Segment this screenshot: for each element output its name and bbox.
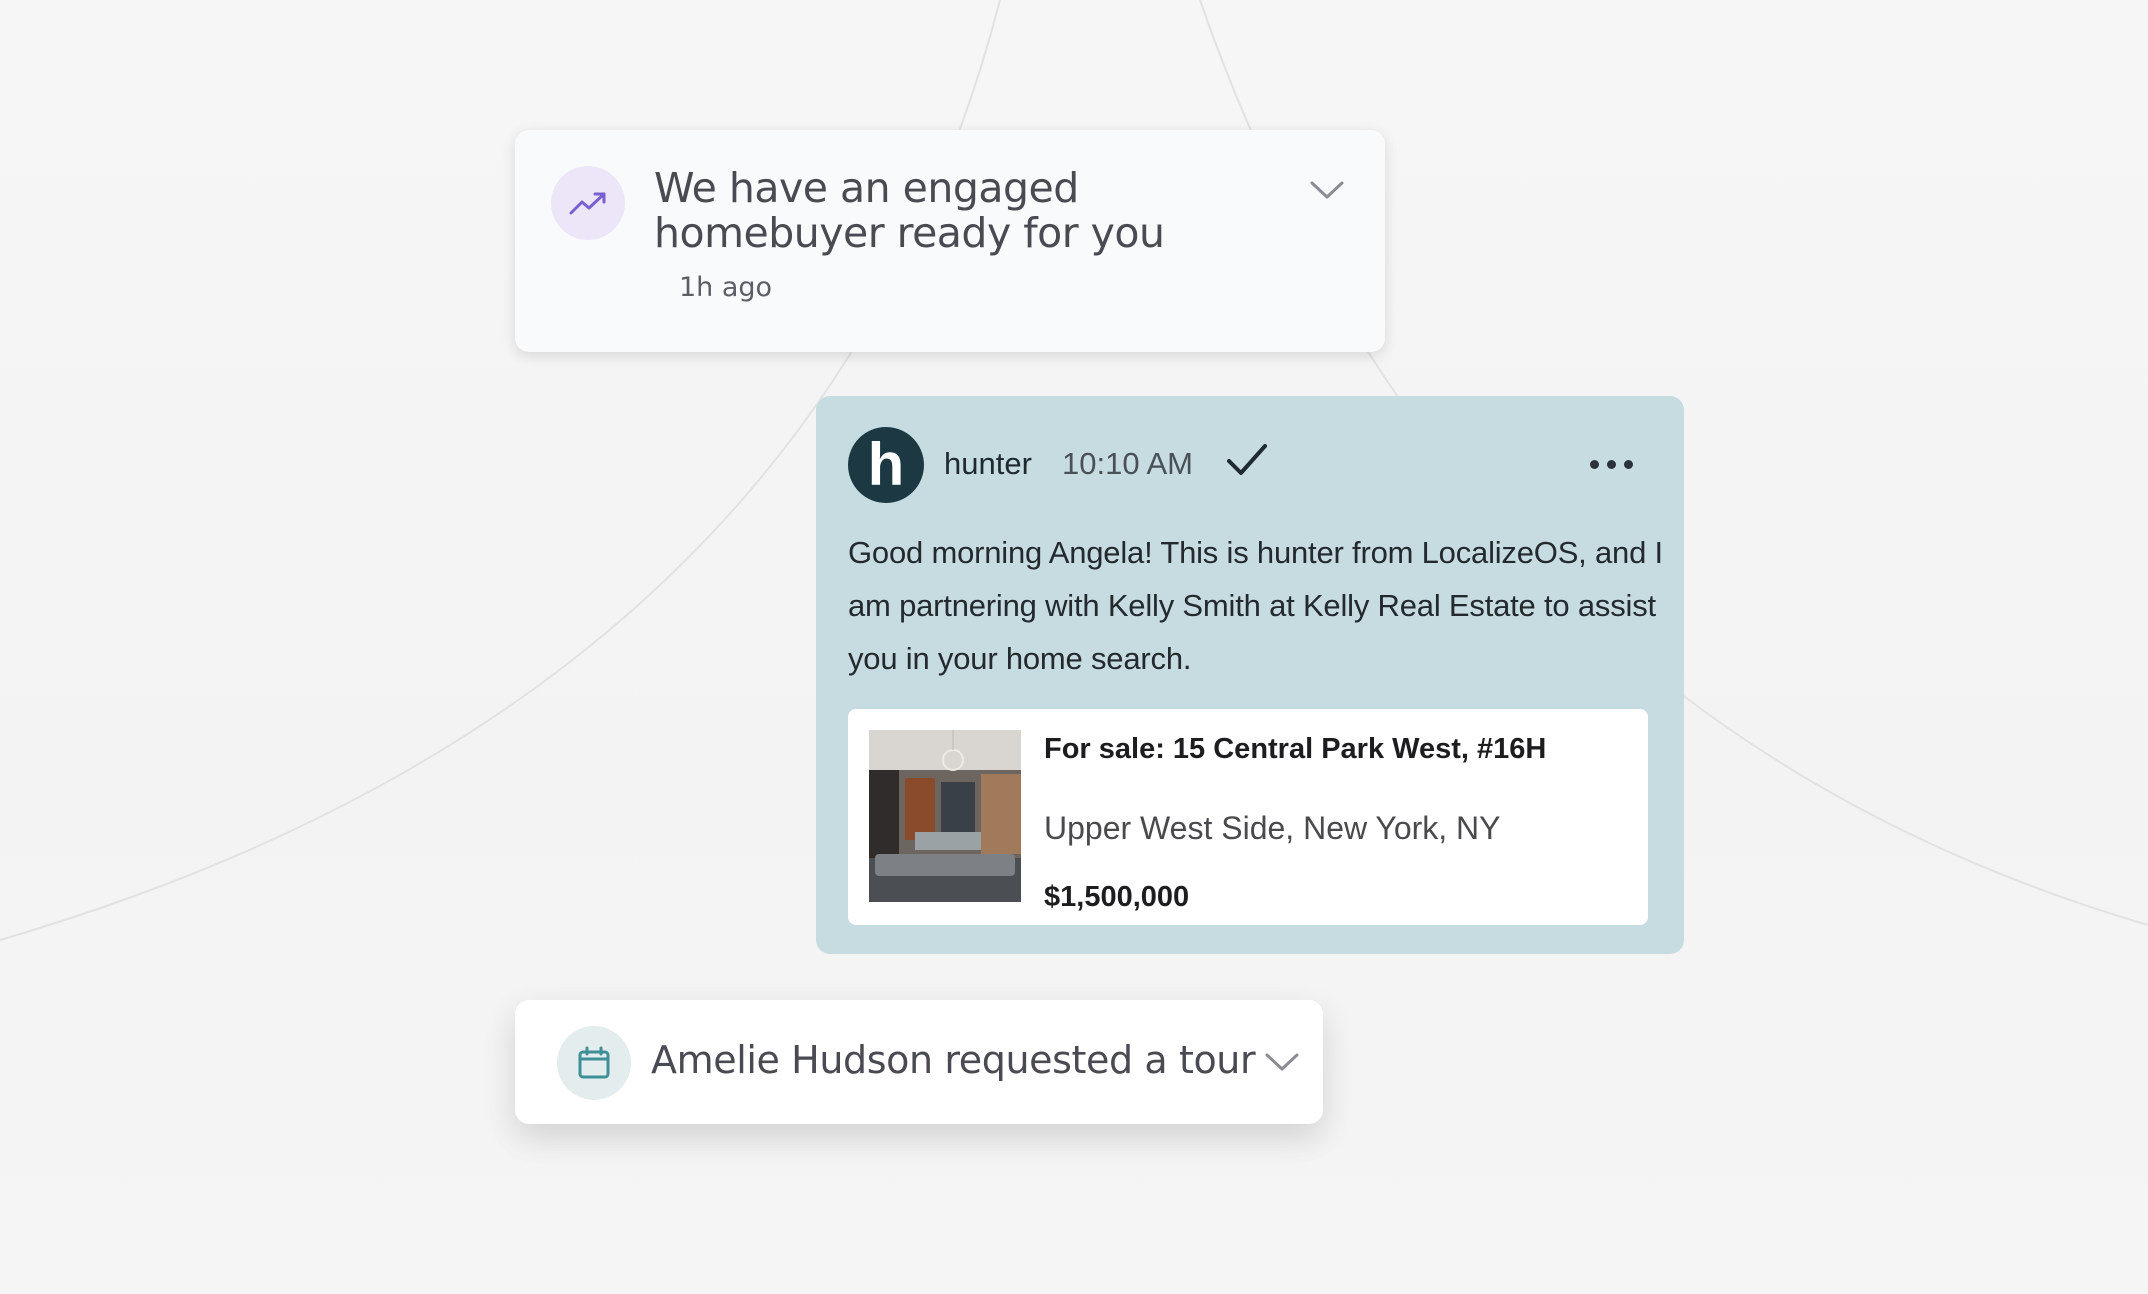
more-horizontal-icon — [1589, 459, 1599, 469]
listing-price: $1,500,000 — [1044, 881, 1190, 913]
trending-up-icon — [551, 166, 625, 240]
check-icon — [1226, 442, 1268, 480]
message-time: 10:10 AM — [1062, 446, 1193, 481]
avatar: h — [848, 427, 924, 503]
listing-card[interactable]: For sale: 15 Central Park West, #16H Upp… — [848, 709, 1648, 925]
tour-title: Amelie Hudson requested a tour — [651, 1038, 1256, 1082]
chevron-down-icon[interactable] — [1260, 1042, 1304, 1082]
listing-photo — [869, 730, 1021, 902]
notification-time: 1h ago — [679, 272, 773, 303]
sender-name: hunter — [944, 446, 1032, 481]
homebuyer-notification-card[interactable]: We have an engaged homebuyer ready for y… — [515, 130, 1385, 352]
listing-location: Upper West Side, New York, NY — [1044, 810, 1501, 846]
notification-title: We have an engaged homebuyer ready for y… — [654, 164, 1165, 257]
stage: We have an engaged homebuyer ready for y… — [0, 0, 2148, 1294]
tour-request-card[interactable]: Amelie Hudson requested a tour — [515, 1000, 1323, 1124]
message-text: Good morning Angela! This is hunter from… — [848, 535, 1663, 676]
more-options-button[interactable] — [1576, 446, 1646, 482]
chevron-down-icon[interactable] — [1302, 170, 1352, 210]
calendar-icon — [557, 1026, 631, 1100]
listing-title: For sale: 15 Central Park West, #16H — [1044, 733, 1547, 765]
message-bubble: h hunter 10:10 AM Good morning Angela! T… — [816, 396, 1684, 954]
